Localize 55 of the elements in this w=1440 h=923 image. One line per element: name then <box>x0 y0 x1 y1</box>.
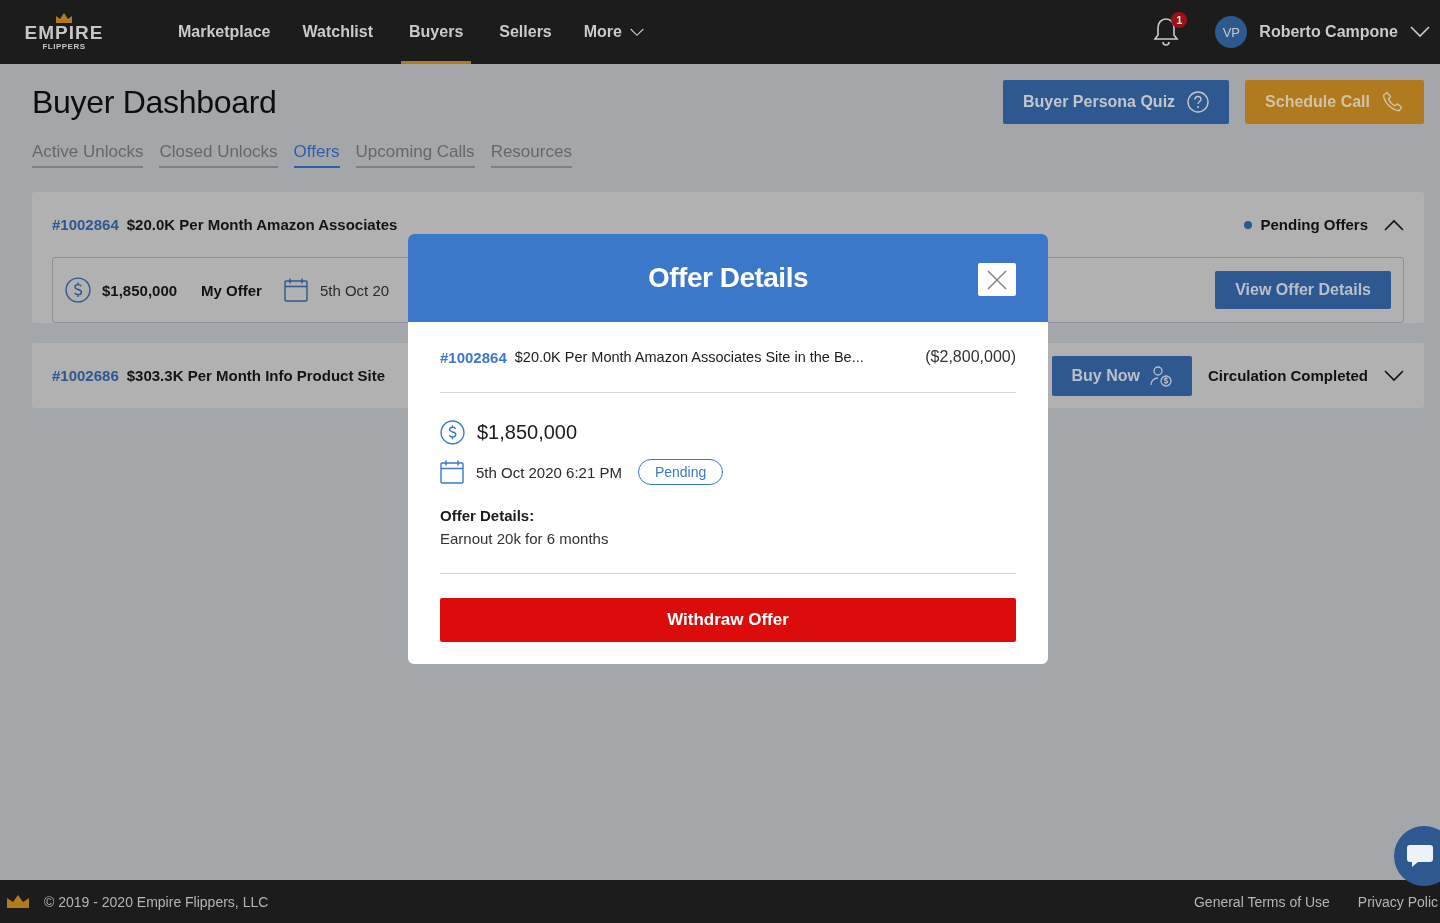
offer-label: My Offer <box>201 281 262 299</box>
offer-date: 5th Oct 2020 6:21 PM <box>476 463 622 481</box>
offer-amount: $1,850,000 <box>477 421 578 444</box>
listing-id[interactable]: #1002864 <box>440 348 507 366</box>
listing-price: ($2,800,000) <box>925 348 1016 366</box>
listing-id[interactable]: #1002686 <box>52 367 119 384</box>
dollar-icon <box>440 420 465 445</box>
listing-title: $303.3K Per Month Info Product Site <box>126 367 386 384</box>
logo-wordmark: EMPIRE <box>24 24 104 42</box>
notification-count: 1 <box>1171 12 1188 28</box>
nav-link[interactable]: More <box>571 0 656 64</box>
view-offer-button[interactable]: View Offer Details <box>1215 271 1391 309</box>
tab[interactable]: Closed Unlocks <box>159 142 278 168</box>
page-title: Buyer Dashboard <box>32 83 277 121</box>
chat-icon <box>1405 842 1435 870</box>
offer-amount: $1,850,000 <box>102 281 178 299</box>
withdraw-offer-button[interactable]: Withdraw Offer <box>440 598 1016 642</box>
calendar-icon <box>283 278 308 302</box>
listing-status: Pending Offers <box>1260 216 1368 233</box>
header-button[interactable]: Buyer Persona Quiz <box>1003 80 1230 124</box>
chevron-up-icon[interactable] <box>1384 218 1404 231</box>
footer-link[interactable]: Privacy Polic <box>1357 893 1438 910</box>
chat-button[interactable] <box>1394 826 1440 886</box>
user-dollar-icon <box>1150 364 1172 387</box>
modal-title: Offer Details <box>648 262 808 294</box>
listing-id[interactable]: #1002864 <box>52 216 119 233</box>
copyright-text: © 2019 - 2020 Empire Flippers, LLC <box>44 893 269 910</box>
logo-tagline: FLIPPERS <box>42 42 86 51</box>
tab[interactable]: Offers <box>293 142 340 168</box>
calendar-icon <box>440 460 464 484</box>
close-icon <box>987 269 1007 290</box>
help-icon <box>1187 91 1210 113</box>
offer-date: 5th Oct 20 <box>319 281 390 299</box>
crown-icon <box>55 13 73 24</box>
details-text: Earnout 20k for 6 months <box>440 530 1016 574</box>
tab[interactable]: Upcoming Calls <box>355 142 475 168</box>
user-name[interactable]: Roberto Campone <box>1259 23 1398 41</box>
details-label: Offer Details: <box>440 507 536 524</box>
chevron-down-icon[interactable] <box>1384 369 1404 382</box>
tab[interactable]: Active Unlocks <box>32 142 144 168</box>
buy-now-button[interactable]: Buy Now <box>1051 355 1192 396</box>
crown-icon <box>6 894 30 909</box>
close-button[interactable] <box>978 263 1016 296</box>
nav-link[interactable]: Buyers <box>401 0 472 64</box>
nav-link[interactable]: Marketplace <box>166 0 283 64</box>
user-avatar[interactable]: VP <box>1215 16 1248 48</box>
phone-icon <box>1382 91 1404 113</box>
footer-link[interactable]: General Terms of Use <box>1193 893 1330 910</box>
listing-title: $20.0K Per Month Amazon Associates Site in the Be... <box>514 349 865 365</box>
listing-title: $20.0K Per Month Amazon Associates <box>126 216 398 233</box>
tab[interactable]: Resources <box>490 142 572 168</box>
dollar-icon <box>65 277 91 303</box>
listing-status: Circulation Completed <box>1208 367 1368 384</box>
nav-link[interactable]: Sellers <box>487 0 564 64</box>
nav-link[interactable]: Watchlist <box>290 0 386 64</box>
